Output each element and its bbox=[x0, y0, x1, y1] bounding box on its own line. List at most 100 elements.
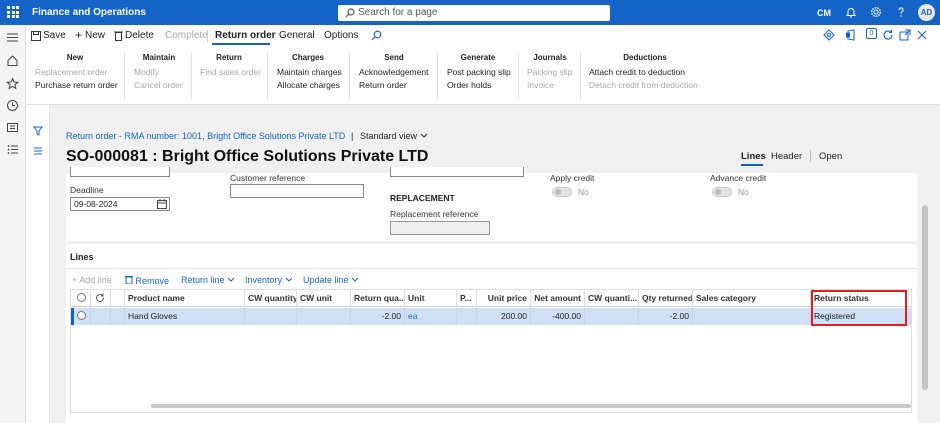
order-holds-button[interactable]: Order holds bbox=[447, 80, 491, 90]
tab-return-order[interactable]: Return order bbox=[215, 30, 276, 41]
allocate-charges-button[interactable]: Allocate charges bbox=[277, 80, 340, 90]
packing-slip-journal-button[interactable]: Packing slip bbox=[527, 67, 572, 77]
app-launcher-icon[interactable] bbox=[7, 6, 19, 18]
apply-credit-toggle[interactable] bbox=[552, 187, 572, 197]
calendar-icon[interactable] bbox=[157, 199, 167, 209]
post-packing-slip-button[interactable]: Post packing slip bbox=[447, 67, 511, 77]
app-title[interactable]: Finance and Operations bbox=[32, 7, 146, 18]
horizontal-scrollbar[interactable] bbox=[151, 404, 911, 408]
modify-button[interactable]: Modify bbox=[134, 67, 159, 77]
select-all-radio[interactable] bbox=[77, 293, 86, 302]
list-view-icon[interactable] bbox=[33, 146, 43, 156]
list-icon[interactable] bbox=[6, 143, 19, 156]
acknowledgement-button[interactable]: Acknowledgement bbox=[359, 67, 428, 77]
cell-cw-quantity-returned[interactable] bbox=[585, 308, 639, 325]
office-icon[interactable] bbox=[845, 29, 857, 41]
advance-credit-label: Advance credit bbox=[710, 173, 767, 183]
cell-net-amount[interactable]: -400.00 bbox=[531, 308, 585, 325]
detach-credit-button[interactable]: Detach credit from deduction bbox=[589, 80, 698, 90]
refresh-icon[interactable] bbox=[882, 29, 894, 41]
group-divider bbox=[518, 53, 519, 99]
column-unit-price[interactable]: Unit price bbox=[477, 290, 531, 307]
group-divider bbox=[437, 53, 438, 99]
cancel-order-button[interactable]: Cancel order bbox=[134, 80, 183, 90]
filter-icon[interactable] bbox=[33, 126, 43, 136]
close-icon[interactable] bbox=[916, 29, 928, 41]
group-title-journals: Journals bbox=[533, 53, 567, 62]
cell-cw-quantity[interactable] bbox=[245, 308, 297, 325]
advance-credit-toggle[interactable] bbox=[712, 187, 732, 197]
row-select-radio[interactable] bbox=[77, 311, 86, 320]
company-picker[interactable]: CM bbox=[817, 8, 831, 18]
remove-button[interactable]: Remove bbox=[125, 275, 169, 286]
avatar[interactable]: AD bbox=[918, 4, 935, 21]
deadline-field[interactable]: 09-08-2024 bbox=[70, 197, 170, 211]
search-input[interactable]: Search for a page bbox=[338, 5, 610, 21]
star-icon[interactable] bbox=[6, 77, 19, 90]
table-row[interactable]: Hand Gloves -2.00 ea 200.00 -400.00 -2.0… bbox=[71, 308, 911, 325]
cell-sales-category[interactable] bbox=[693, 308, 811, 325]
invoice-journal-button[interactable]: Invoice bbox=[527, 80, 554, 90]
add-line-button[interactable]: + Add line bbox=[72, 275, 112, 285]
column-return-quantity[interactable]: Return qua... bbox=[351, 290, 405, 307]
maintain-charges-button[interactable]: Maintain charges bbox=[277, 67, 342, 77]
tab-options[interactable]: Options bbox=[324, 30, 358, 41]
column-sales-category[interactable]: Sales category bbox=[693, 290, 811, 307]
column-net-amount[interactable]: Net amount bbox=[531, 290, 585, 307]
column-qty-returned[interactable]: Qty returned bbox=[639, 290, 693, 307]
cell-qty-returned[interactable]: -2.00 bbox=[639, 308, 693, 325]
content-area: Return order - RMA number: 1001, Bright … bbox=[26, 105, 940, 423]
cell-p[interactable] bbox=[457, 308, 477, 325]
save-button[interactable]: Save bbox=[43, 30, 66, 41]
cell-return-quantity[interactable]: -2.00 bbox=[351, 308, 405, 325]
column-product-name[interactable]: Product name bbox=[125, 290, 245, 307]
cell-unit[interactable]: ea bbox=[405, 308, 457, 325]
workspace-icon[interactable] bbox=[6, 121, 19, 134]
cell-unit-price[interactable]: 200.00 bbox=[477, 308, 531, 325]
attach-credit-button[interactable]: Attach credit to deduction bbox=[589, 67, 685, 77]
help-icon[interactable] bbox=[895, 6, 907, 18]
customer-reference-field[interactable] bbox=[230, 184, 364, 198]
home-icon[interactable] bbox=[6, 54, 19, 67]
complete-button[interactable]: Complete bbox=[165, 30, 208, 41]
view-selector[interactable]: Standard view bbox=[360, 131, 428, 141]
column-unit[interactable]: Unit bbox=[405, 290, 457, 307]
replacement-order-button[interactable]: Replacement order bbox=[35, 67, 107, 77]
return-order-send-button[interactable]: Return order bbox=[359, 80, 407, 90]
row-select-cell[interactable] bbox=[71, 308, 91, 325]
vertical-scrollbar[interactable] bbox=[922, 205, 928, 390]
select-all-column[interactable] bbox=[71, 290, 91, 307]
bell-icon[interactable] bbox=[845, 6, 857, 18]
field-input-partial[interactable] bbox=[70, 167, 170, 177]
replacement-reference-field[interactable] bbox=[390, 221, 490, 235]
column-cw-quantity[interactable]: CW quantity bbox=[245, 290, 297, 307]
gear-icon[interactable] bbox=[870, 6, 882, 18]
hamburger-icon[interactable] bbox=[6, 31, 19, 44]
field-input-partial[interactable] bbox=[390, 167, 524, 177]
attachments-badge[interactable]: 0 bbox=[866, 28, 877, 39]
column-p[interactable]: P... bbox=[457, 290, 477, 307]
refresh-icon[interactable] bbox=[95, 293, 105, 303]
cell-product-name[interactable]: Hand Gloves bbox=[125, 308, 245, 325]
tab-general[interactable]: General bbox=[279, 30, 315, 41]
diamond-icon[interactable] bbox=[823, 29, 835, 41]
breadcrumb[interactable]: Return order - RMA number: 1001, Bright … bbox=[66, 131, 345, 141]
tab-lines[interactable]: Lines bbox=[741, 151, 766, 162]
purchase-return-order-button[interactable]: Purchase return order bbox=[35, 80, 118, 90]
find-sales-order-button[interactable]: Find sales order bbox=[200, 67, 261, 77]
column-cw-quantity-returned[interactable]: CW quanti... bbox=[585, 290, 639, 307]
delete-button[interactable]: Delete bbox=[125, 30, 154, 41]
refresh-column[interactable] bbox=[91, 290, 111, 307]
search-icon[interactable] bbox=[371, 30, 382, 41]
cell-cw-unit[interactable] bbox=[297, 308, 351, 325]
clock-icon[interactable] bbox=[6, 99, 19, 112]
return-line-menu[interactable]: Return line bbox=[181, 275, 235, 285]
open-new-window-icon[interactable] bbox=[899, 29, 911, 41]
open-button[interactable]: Open bbox=[819, 151, 842, 162]
tab-header[interactable]: Header bbox=[771, 151, 802, 162]
new-button[interactable]: New bbox=[85, 30, 105, 41]
update-line-menu[interactable]: Update line bbox=[303, 275, 359, 285]
column-cw-unit[interactable]: CW unit bbox=[297, 290, 351, 307]
breadcrumb-separator: | bbox=[351, 131, 354, 141]
inventory-menu[interactable]: Inventory bbox=[245, 275, 293, 285]
